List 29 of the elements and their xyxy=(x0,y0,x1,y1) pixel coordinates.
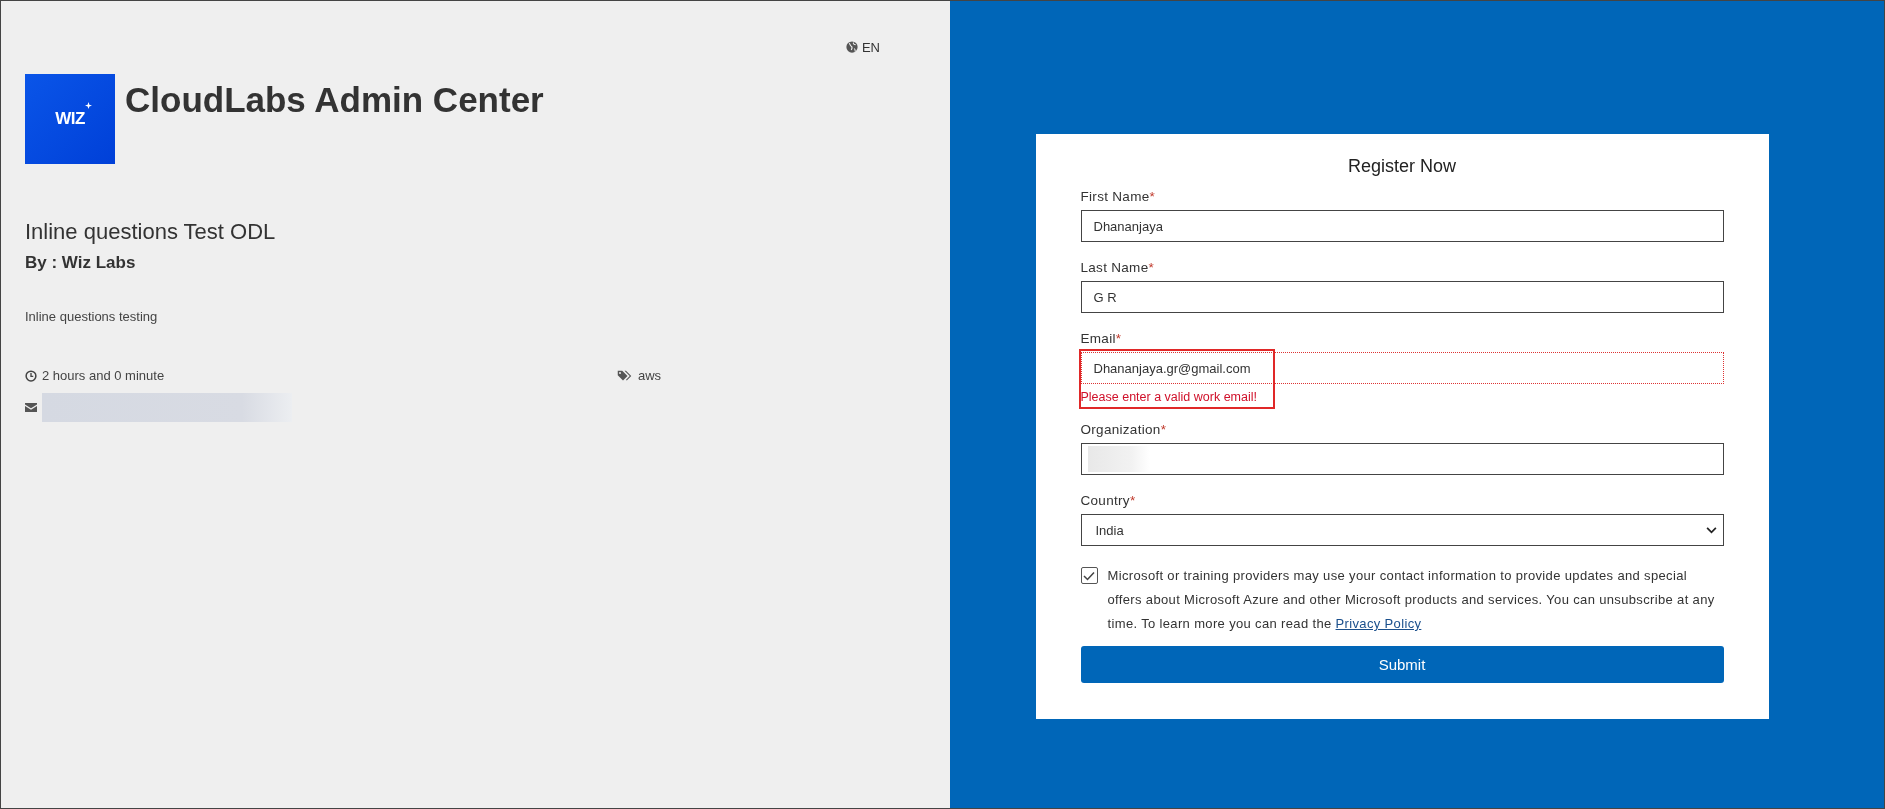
field-label: Organization* xyxy=(1080,422,1168,437)
text-field[interactable] xyxy=(1080,443,1724,475)
lab-duration: 2 hours and 0 minute xyxy=(42,368,165,383)
submit-button[interactable]: Submit xyxy=(1080,646,1724,683)
privacy-policy-link[interactable]: Privacy Policy xyxy=(1335,616,1422,631)
language-selector[interactable]: EN xyxy=(845,37,880,57)
error-message: Please enter a valid work email! xyxy=(1080,390,1258,404)
country-dropdown[interactable]: India xyxy=(1080,514,1724,546)
lab-title: Inline questions Test ODL xyxy=(25,219,277,245)
lab-author: By : Wiz Labs xyxy=(25,253,137,273)
logo: WIZ xyxy=(25,74,115,164)
lab-tag: aws xyxy=(638,368,662,383)
globe-icon xyxy=(845,41,858,53)
text-field[interactable]: G R xyxy=(1080,281,1724,313)
app-title: CloudLabs Admin Center xyxy=(125,80,544,120)
envelope-icon xyxy=(25,403,37,412)
consent-text: Microsoft or training providers may use your contact information to provide updates and special offers about Microsoft Azure and other Microsoft products and services. You can unsubscribe at any time. To learn more you can read the Privacy Policy xyxy=(1107,567,1716,633)
form-title: Register Now xyxy=(1346,156,1457,177)
field-label: Country* xyxy=(1080,493,1137,508)
text-field[interactable]: Dhananjaya.gr@gmail.com xyxy=(1080,352,1724,384)
lab-description: Inline questions testing xyxy=(25,309,159,324)
text-field[interactable]: Dhananjaya xyxy=(1080,210,1724,242)
field-label: Email* xyxy=(1080,331,1123,346)
field-label: First Name* xyxy=(1080,189,1157,204)
field-label: Last Name* xyxy=(1080,260,1156,275)
chevron-down-icon xyxy=(1705,526,1717,534)
consent-checkbox[interactable] xyxy=(1080,567,1098,584)
clock-icon xyxy=(25,369,37,382)
tags-icon xyxy=(617,369,632,382)
